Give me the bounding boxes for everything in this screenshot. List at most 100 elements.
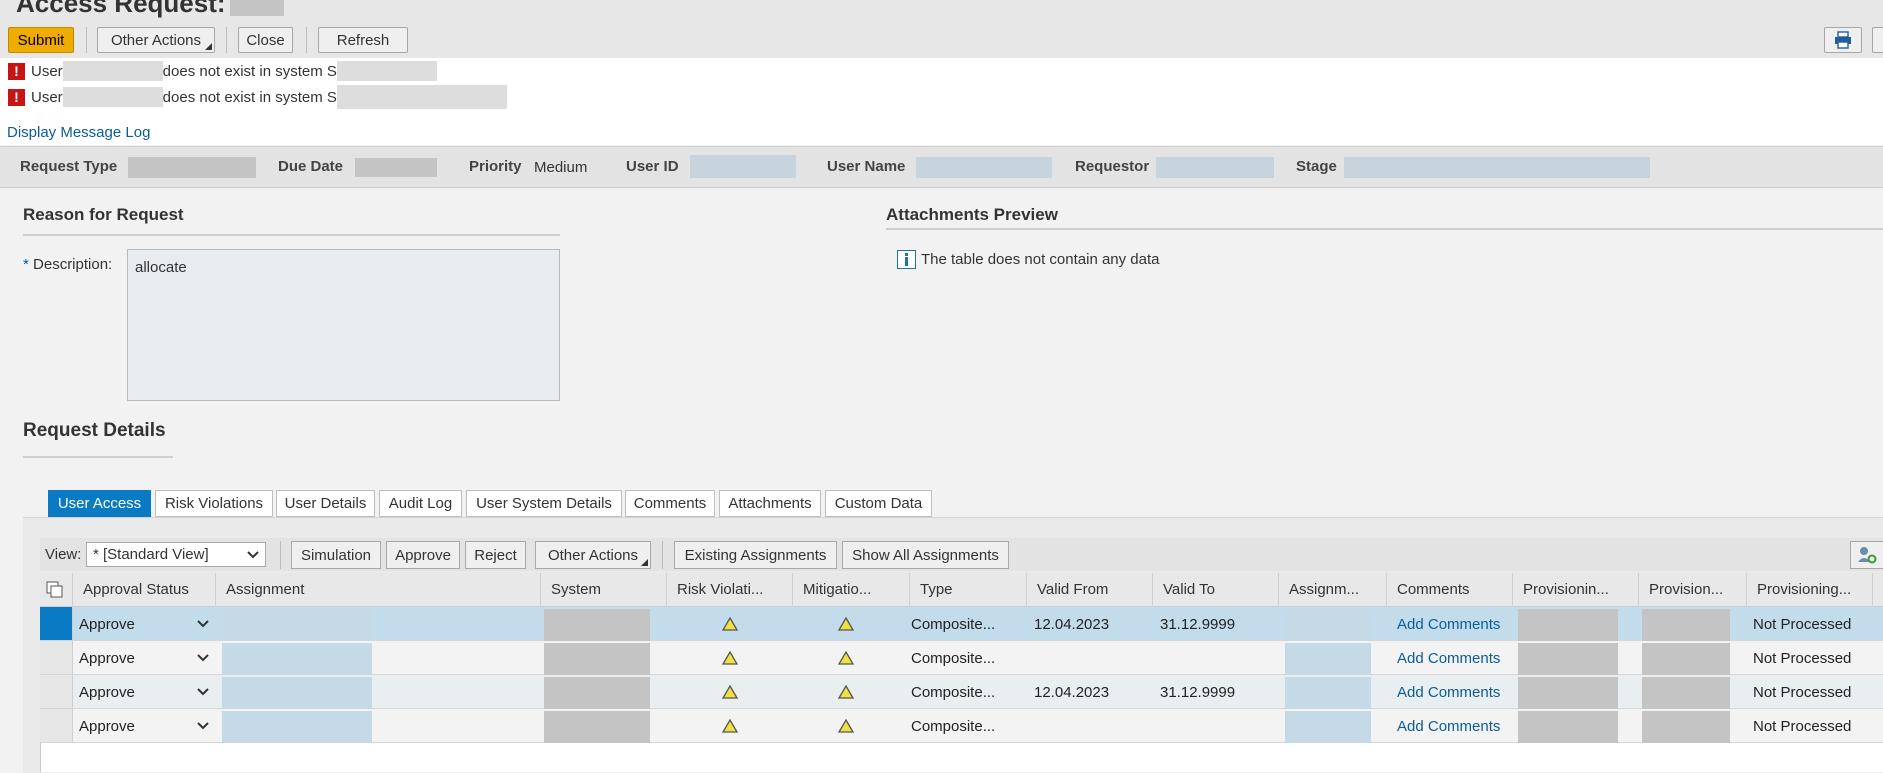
column-header-comments[interactable]: Comments xyxy=(1387,573,1513,607)
add-comments-link[interactable]: Add Comments xyxy=(1397,607,1500,641)
column-header-provisioning-1[interactable]: Provisionin... xyxy=(1513,573,1639,607)
description-textarea[interactable]: allocate xyxy=(127,249,560,401)
approval-status-dropdown[interactable]: Approve xyxy=(79,607,211,641)
approval-status-dropdown[interactable]: Approve xyxy=(79,641,211,675)
redacted-system xyxy=(544,677,650,709)
print-button[interactable] xyxy=(1824,27,1862,53)
column-header-assignment[interactable]: Assignment xyxy=(216,573,541,607)
table-settings-button[interactable] xyxy=(1850,541,1883,569)
redacted-user xyxy=(62,87,163,107)
risk-violation-indicator[interactable] xyxy=(722,641,738,675)
row-selector[interactable] xyxy=(40,607,73,641)
warning-icon xyxy=(722,718,738,733)
simulation-button[interactable]: Simulation xyxy=(291,541,381,569)
column-select-header[interactable] xyxy=(40,573,73,607)
tab-user-access[interactable]: User Access xyxy=(48,490,151,517)
redacted-user xyxy=(62,61,163,81)
approve-button[interactable]: Approve xyxy=(386,541,460,569)
tab-comments[interactable]: Comments xyxy=(625,490,715,517)
due-date-label: Due Date xyxy=(278,158,344,175)
column-header-valid-to[interactable]: Valid To xyxy=(1153,573,1279,607)
column-header-mitigation[interactable]: Mitigatio... xyxy=(793,573,910,607)
message-prefix: User xyxy=(31,62,63,80)
column-header-provisioning-3[interactable]: Provisioning... xyxy=(1747,573,1873,607)
refresh-button[interactable]: Refresh xyxy=(318,27,408,53)
warning-icon xyxy=(722,616,738,631)
approval-status-dropdown[interactable]: Approve xyxy=(79,675,211,709)
valid-to-value: 31.12.9999 xyxy=(1160,615,1236,633)
chevron-down-icon xyxy=(197,688,209,696)
chevron-down-icon xyxy=(247,551,259,559)
column-header-approval-status[interactable]: Approval Status xyxy=(73,573,216,607)
reject-button[interactable]: Reject xyxy=(465,541,526,569)
add-comments-link[interactable]: Add Comments xyxy=(1397,675,1500,709)
valid-from-value: 12.04.2023 xyxy=(1034,615,1110,633)
column-header-assignment-type[interactable]: Assignm... xyxy=(1279,573,1387,607)
add-comments-link[interactable]: Add Comments xyxy=(1397,641,1500,675)
existing-assignments-button[interactable]: Existing Assignments xyxy=(674,541,837,569)
display-message-log-link[interactable]: Display Message Log xyxy=(7,124,150,141)
mitigation-indicator[interactable] xyxy=(838,607,854,641)
column-header-type[interactable]: Type xyxy=(910,573,1027,607)
approval-status-dropdown[interactable]: Approve xyxy=(79,709,211,743)
redacted-assignment-type xyxy=(1285,677,1371,709)
message-text: does not exist in system S xyxy=(162,88,337,106)
type-value: Composite... xyxy=(911,649,996,667)
risk-violation-indicator[interactable] xyxy=(722,607,738,641)
add-comments-link[interactable]: Add Comments xyxy=(1397,709,1500,743)
row-selector[interactable] xyxy=(40,641,73,675)
warning-icon xyxy=(722,650,738,665)
mitigation-indicator[interactable] xyxy=(838,709,854,743)
submit-button[interactable]: Submit xyxy=(8,27,74,53)
redacted-provisioning xyxy=(1518,643,1618,675)
close-button[interactable]: Close xyxy=(238,27,293,53)
chevron-down-icon xyxy=(197,654,209,662)
tab-user-system-details[interactable]: User System Details xyxy=(466,490,622,517)
column-header-risk-violations[interactable]: Risk Violati... xyxy=(667,573,793,607)
redacted-provisioning xyxy=(1642,609,1730,641)
dropdown-triangle-icon xyxy=(641,559,648,566)
tab-risk-violations[interactable]: Risk Violations xyxy=(155,490,273,517)
requestor-label: Requestor xyxy=(1075,158,1150,175)
priority-label: Priority xyxy=(469,158,522,175)
valid-to-value: 31.12.9999 xyxy=(1160,683,1236,701)
risk-violation-indicator[interactable] xyxy=(722,709,738,743)
risk-violation-indicator[interactable] xyxy=(722,675,738,709)
dropdown-triangle-icon xyxy=(205,43,212,50)
view-select[interactable]: * [Standard View] xyxy=(86,542,266,567)
redacted-user-name xyxy=(916,157,1052,178)
info-icon xyxy=(897,250,916,269)
toolbar-separator xyxy=(86,27,87,53)
help-button[interactable] xyxy=(1872,27,1883,53)
show-all-assignments-button[interactable]: Show All Assignments xyxy=(842,541,1009,569)
row-selector[interactable] xyxy=(40,675,73,709)
description-label-text: Description: xyxy=(33,256,113,273)
warning-icon xyxy=(722,684,738,699)
redacted-provisioning xyxy=(1518,711,1618,743)
tab-custom-data[interactable]: Custom Data xyxy=(825,490,932,517)
table-other-actions-button[interactable]: Other Actions xyxy=(535,541,651,569)
redacted-assignment xyxy=(222,677,372,709)
column-header-provisioning-2[interactable]: Provision... xyxy=(1639,573,1747,607)
error-icon: ! xyxy=(8,62,25,80)
provisioning-status-value: Not Processed xyxy=(1753,649,1852,667)
other-actions-button[interactable]: Other Actions xyxy=(97,27,215,53)
column-header-system[interactable]: System xyxy=(541,573,667,607)
tab-audit-log[interactable]: Audit Log xyxy=(379,490,462,517)
tab-user-details[interactable]: User Details xyxy=(276,490,375,517)
mitigation-indicator[interactable] xyxy=(838,675,854,709)
print-icon xyxy=(1835,31,1851,49)
column-header-valid-from[interactable]: Valid From xyxy=(1027,573,1153,607)
provisioning-status-value: Not Processed xyxy=(1753,717,1852,735)
toolbar-separator xyxy=(226,27,227,53)
redacted-requestor xyxy=(1156,157,1274,178)
stage-label: Stage xyxy=(1296,158,1337,175)
mitigation-indicator[interactable] xyxy=(838,641,854,675)
tab-attachments[interactable]: Attachments xyxy=(719,490,821,517)
other-actions-label: Other Actions xyxy=(110,31,202,49)
row-selector[interactable] xyxy=(40,709,73,743)
section-underline xyxy=(886,228,1883,230)
toolbar-separator xyxy=(662,541,663,569)
redacted-stage xyxy=(1344,157,1650,178)
message-prefix: User xyxy=(31,88,63,106)
